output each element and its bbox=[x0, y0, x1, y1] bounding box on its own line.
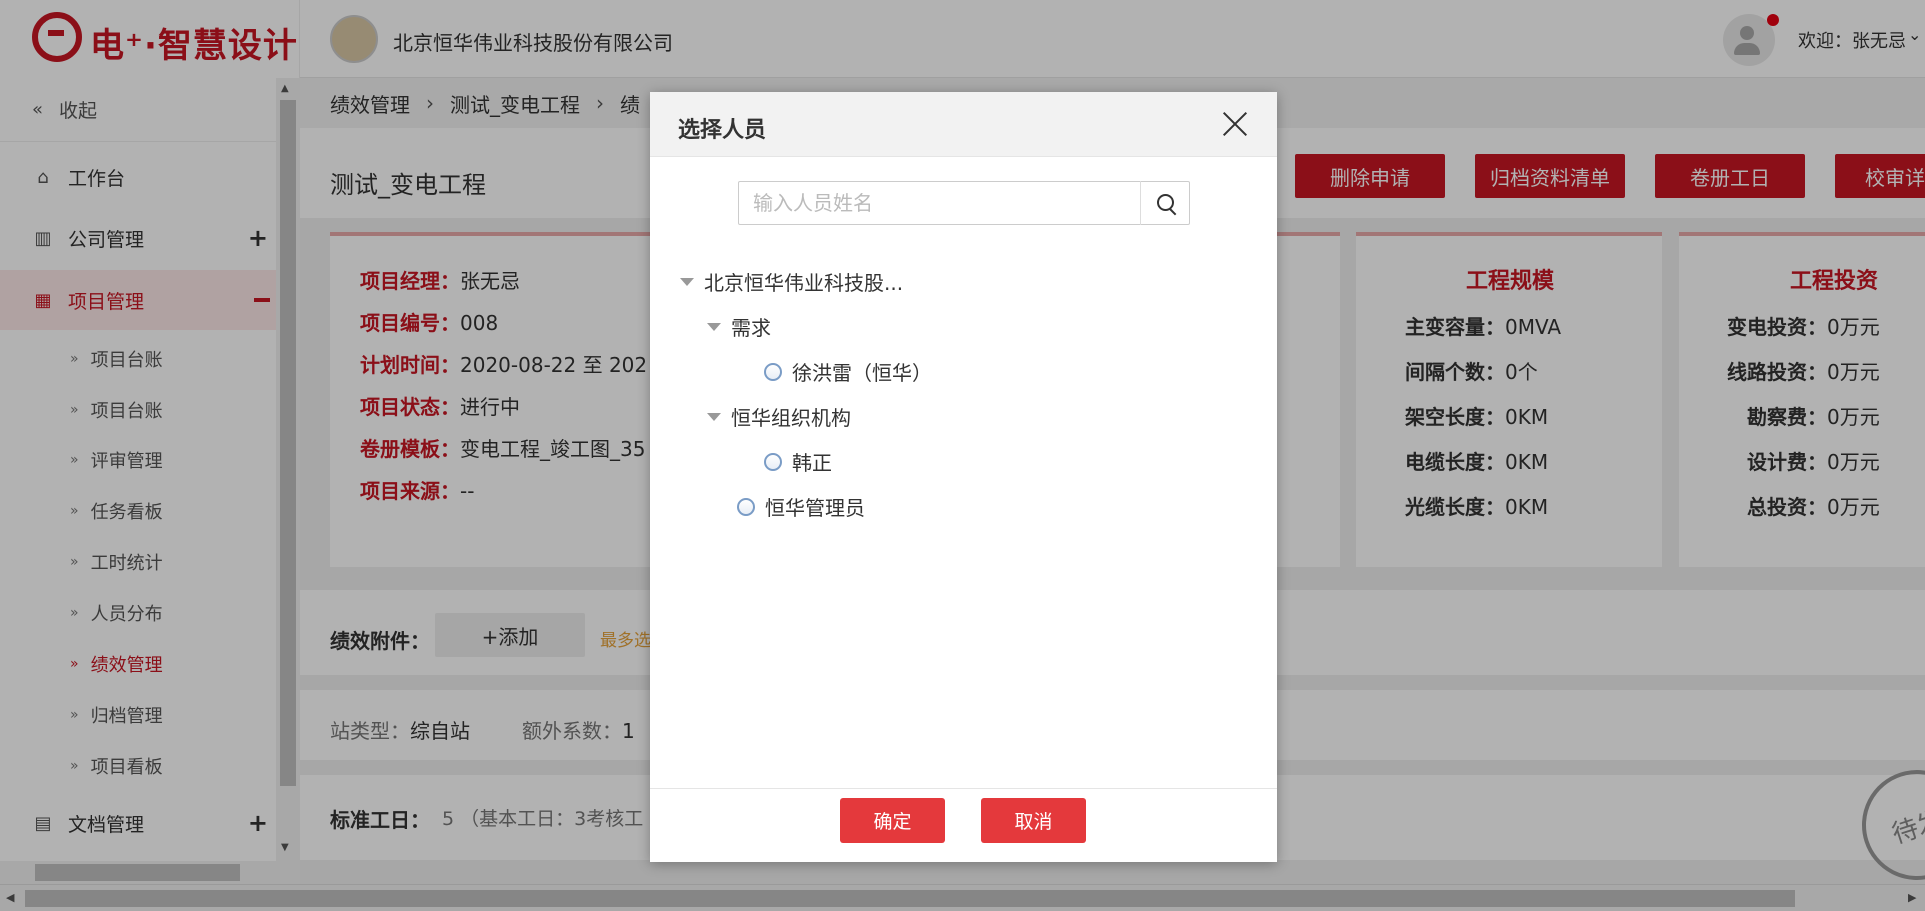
tree-node-label: 需求 bbox=[731, 316, 771, 340]
tree-node-label: 北京恒华伟业科技股... bbox=[704, 271, 904, 295]
tree-node-label: 韩正 bbox=[792, 451, 832, 475]
tree-node-person[interactable]: 徐洪雷（恒华） bbox=[764, 357, 932, 386]
caret-down-icon[interactable] bbox=[680, 277, 694, 286]
tree-node-group[interactable]: 需求 bbox=[707, 312, 771, 341]
tree-node-person[interactable]: 韩正 bbox=[764, 447, 832, 476]
close-icon[interactable] bbox=[1217, 106, 1253, 142]
tree-node-person[interactable]: 恒华管理员 bbox=[737, 492, 865, 521]
cancel-button[interactable]: 取消 bbox=[981, 798, 1086, 843]
person-search-input[interactable] bbox=[738, 181, 1190, 225]
tree-node-label: 恒华组织机构 bbox=[731, 406, 851, 430]
radio-button[interactable] bbox=[737, 497, 755, 516]
radio-button[interactable] bbox=[764, 362, 782, 381]
modal-footer-divider bbox=[650, 788, 1277, 789]
radio-button[interactable] bbox=[764, 452, 782, 471]
caret-down-icon[interactable] bbox=[707, 322, 721, 331]
confirm-button[interactable]: 确定 bbox=[840, 798, 945, 843]
tree-node-root[interactable]: 北京恒华伟业科技股... bbox=[680, 267, 903, 296]
modal-title: 选择人员 bbox=[678, 118, 767, 143]
tree-node-label: 恒华管理员 bbox=[765, 496, 865, 520]
tree-node-label: 徐洪雷（恒华） bbox=[792, 361, 932, 385]
modal-header: 选择人员 bbox=[650, 92, 1277, 157]
caret-down-icon[interactable] bbox=[707, 412, 721, 421]
select-person-modal: 选择人员 北京恒华伟业科技股... 需求 徐洪雷（恒华） 恒华组织机构 韩正 恒… bbox=[650, 92, 1277, 862]
search-icon[interactable] bbox=[1140, 181, 1190, 225]
tree-node-group[interactable]: 恒华组织机构 bbox=[707, 402, 851, 431]
